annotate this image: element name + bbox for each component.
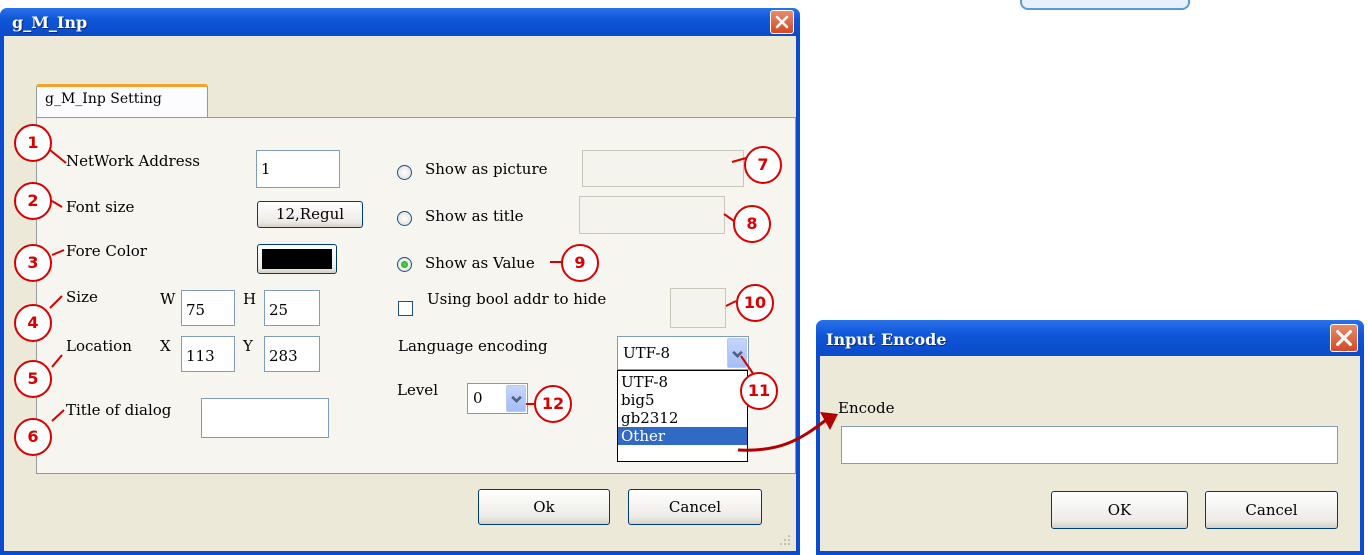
callout-5: 5 — [14, 360, 52, 398]
callout-1: 1 — [14, 124, 52, 162]
callout-2: 2 — [14, 182, 52, 220]
callout-7: 7 — [744, 146, 782, 184]
pointer-10 — [725, 300, 737, 307]
callout-3: 3 — [14, 244, 52, 282]
pointer-4 — [49, 295, 63, 309]
pointer-1 — [49, 149, 67, 164]
callout-8: 8 — [733, 205, 771, 243]
pointer-2 — [51, 200, 63, 208]
callout-11: 11 — [740, 372, 778, 410]
pointer-6 — [51, 409, 65, 422]
callout-6: 6 — [14, 418, 52, 456]
callout-4: 4 — [14, 304, 52, 342]
other-to-encode-arrow — [737, 418, 827, 452]
callout-10: 10 — [736, 284, 774, 322]
callout-12: 12 — [534, 385, 572, 423]
pointer-5 — [51, 354, 63, 368]
callout-9: 9 — [561, 244, 599, 282]
annotation-pointers — [49, 149, 838, 452]
pointer-3 — [51, 249, 65, 256]
